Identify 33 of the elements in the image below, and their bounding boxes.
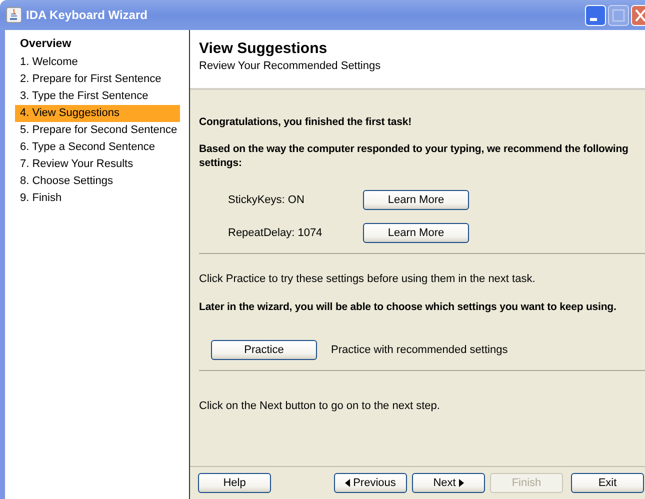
message-text: Click Practice to try these settings before using them in the next task. [199, 272, 536, 286]
page-subtitle: Review Your Recommended Settings [199, 60, 382, 72]
wizard-button[interactable]: Previous [334, 473, 407, 493]
wizard-button[interactable]: Help [198, 473, 271, 493]
step-item[interactable]: 5. Prepare for Second Sentence [15, 122, 180, 139]
learn-more-button[interactable]: Learn More [363, 190, 469, 210]
sidebar-heading: Overview [20, 38, 72, 50]
practice-button[interactable]: Practice [211, 340, 317, 360]
practice-caption: Practice with recommended settings [331, 344, 508, 356]
message-text: Based on the way the computer responded to your typing, we recommend the following settings: [199, 142, 630, 170]
step-item[interactable]: 3. Type the First Sentence [15, 88, 180, 105]
step-item[interactable]: 7. Review Your Results [15, 156, 180, 173]
wizard-button[interactable]: Exit [571, 473, 644, 493]
instruction-text: Click on the Next button to go on to the next step. [199, 399, 441, 413]
step-item[interactable]: 6. Type a Second Sentence [15, 139, 180, 156]
setting-label: StickyKeys: ON [228, 194, 306, 206]
window-title: IDA Keyboard Wizard [26, 8, 148, 22]
close-button[interactable] [631, 4, 645, 26]
page-title: View Suggestions [199, 40, 328, 57]
message-text: Later in the wizard, you will be able to choose which settings you want to keep using. [199, 300, 618, 314]
left-triangle-icon [345, 479, 350, 487]
app-icon [6, 7, 22, 23]
step-item[interactable]: 1. Welcome [15, 54, 180, 71]
step-item[interactable]: 2. Prepare for First Sentence [15, 71, 180, 88]
setting-label: RepeatDelay: 1074 [228, 227, 324, 239]
right-triangle-icon [458, 479, 464, 487]
minimize-button[interactable] [585, 4, 606, 26]
step-item[interactable]: 4. View Suggestions [15, 105, 180, 122]
wizard-button[interactable]: Next [412, 473, 485, 493]
step-item[interactable]: 9. Finish [15, 190, 180, 207]
learn-more-button[interactable]: Learn More [363, 223, 469, 243]
step-item[interactable]: 8. Choose Settings [15, 173, 180, 190]
message-text: Congratulations, you finished the first task! [199, 115, 413, 129]
